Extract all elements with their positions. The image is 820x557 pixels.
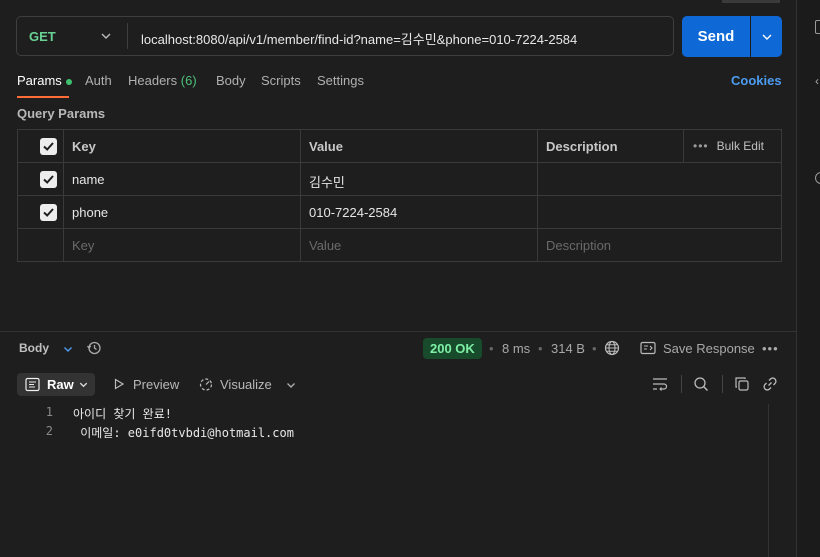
chevron-down-icon: [64, 346, 73, 352]
send-options-button[interactable]: [751, 16, 782, 57]
response-size[interactable]: 314 B: [551, 341, 585, 356]
new-description-input[interactable]: Description: [546, 238, 611, 253]
link-icon[interactable]: [762, 376, 778, 392]
chevron-down-icon: [79, 382, 88, 388]
tab-headers[interactable]: Headers (6): [128, 73, 197, 88]
separator-dot: •: [489, 341, 494, 356]
top-strip: [722, 0, 780, 3]
toolbar-separator: [681, 375, 682, 393]
new-key-input[interactable]: Key: [72, 238, 94, 253]
chevron-down-icon[interactable]: [99, 29, 113, 43]
bulk-edit-label: Bulk Edit: [716, 139, 764, 153]
param-value[interactable]: 김수민: [309, 172, 345, 191]
table-row: phone 010-7224-2584: [18, 196, 781, 229]
tab-settings[interactable]: Settings: [317, 73, 364, 88]
toolbar-separator: [722, 375, 723, 393]
param-value[interactable]: 010-7224-2584: [309, 205, 397, 220]
response-body-label: Body: [19, 341, 49, 355]
more-options-icon[interactable]: •••: [762, 341, 779, 356]
response-line[interactable]: 아이디 찾기 완료!: [73, 405, 172, 422]
line-number: 1: [45, 405, 53, 419]
status-badge[interactable]: 200 OK: [423, 338, 482, 359]
param-enabled-checkbox[interactable]: [40, 204, 57, 221]
more-options-icon: •••: [693, 139, 709, 153]
param-key[interactable]: name: [72, 172, 105, 187]
format-raw-dropdown[interactable]: Raw: [17, 373, 95, 396]
response-body-dropdown[interactable]: Body: [19, 341, 74, 355]
line-number: 2: [45, 424, 53, 438]
save-response-button[interactable]: Save Response: [663, 341, 755, 356]
checkmark-icon: [43, 175, 54, 184]
bulk-edit-button[interactable]: ••• Bulk Edit: [693, 139, 764, 153]
raw-format-icon: [25, 377, 40, 392]
param-key[interactable]: phone: [72, 205, 108, 220]
method-select[interactable]: GET: [29, 29, 56, 44]
table-header-row: Key Value Description ••• Bulk Edit: [18, 130, 781, 163]
tab-headers-label: Headers: [128, 73, 178, 88]
info-icon[interactable]: [815, 172, 820, 184]
separator-dot: •: [592, 341, 597, 356]
table-row: name 김수민: [18, 163, 781, 196]
tab-params-label: Params: [17, 73, 62, 88]
docs-icon[interactable]: [815, 20, 820, 34]
pane-divider-horizontal[interactable]: [0, 331, 796, 332]
collapse-icon[interactable]: ‹: [815, 74, 819, 88]
save-response-icon[interactable]: [640, 341, 656, 355]
tab-auth[interactable]: Auth: [85, 73, 112, 88]
tab-scripts[interactable]: Scripts: [261, 73, 301, 88]
new-value-input[interactable]: Value: [309, 238, 341, 253]
tab-body[interactable]: Body: [216, 73, 246, 88]
param-enabled-checkbox[interactable]: [40, 171, 57, 188]
globe-icon[interactable]: [604, 340, 620, 356]
url-input[interactable]: localhost:8080/api/v1/member/find-id?nam…: [141, 29, 577, 48]
select-all-checkbox[interactable]: [40, 138, 57, 155]
right-sidebar: ‹: [797, 0, 820, 557]
params-indicator-dot: [65, 78, 72, 85]
table-row-new: Key Value Description: [18, 229, 781, 262]
headers-count: (6): [180, 73, 197, 88]
chevron-down-icon: [762, 34, 772, 40]
cookies-link[interactable]: Cookies: [731, 73, 782, 88]
search-icon[interactable]: [693, 376, 709, 392]
url-bar[interactable]: GET localhost:8080/api/v1/member/find-id…: [16, 16, 674, 56]
preview-button[interactable]: Preview: [133, 377, 179, 392]
play-icon: [113, 378, 125, 390]
column-header-description: Description: [546, 139, 618, 154]
query-params-title: Query Params: [17, 106, 106, 121]
editor-scrollbar[interactable]: [768, 404, 769, 557]
checkmark-icon: [43, 142, 54, 151]
history-icon[interactable]: [86, 340, 102, 356]
response-time[interactable]: 8 ms: [502, 341, 530, 356]
active-tab-underline: [17, 96, 69, 98]
checkmark-icon: [43, 208, 54, 217]
wrap-lines-icon[interactable]: [652, 377, 668, 391]
column-header-value: Value: [309, 139, 343, 154]
pane-divider-vertical: [796, 0, 797, 557]
response-line[interactable]: 이메일: e0ifd0tvbdi@hotmail.com: [73, 424, 294, 441]
separator-dot: •: [538, 341, 543, 356]
visualize-icon: [198, 376, 214, 392]
visualize-button[interactable]: Visualize: [220, 377, 272, 392]
url-separator: [127, 23, 128, 49]
format-label: Raw: [47, 377, 74, 392]
query-params-table: Key Value Description ••• Bulk Edit name …: [17, 129, 782, 262]
chevron-down-icon[interactable]: [285, 379, 297, 391]
tab-params[interactable]: Params: [17, 73, 72, 88]
copy-icon[interactable]: [734, 376, 750, 392]
column-header-key: Key: [72, 139, 96, 154]
send-button[interactable]: Send: [682, 16, 750, 57]
